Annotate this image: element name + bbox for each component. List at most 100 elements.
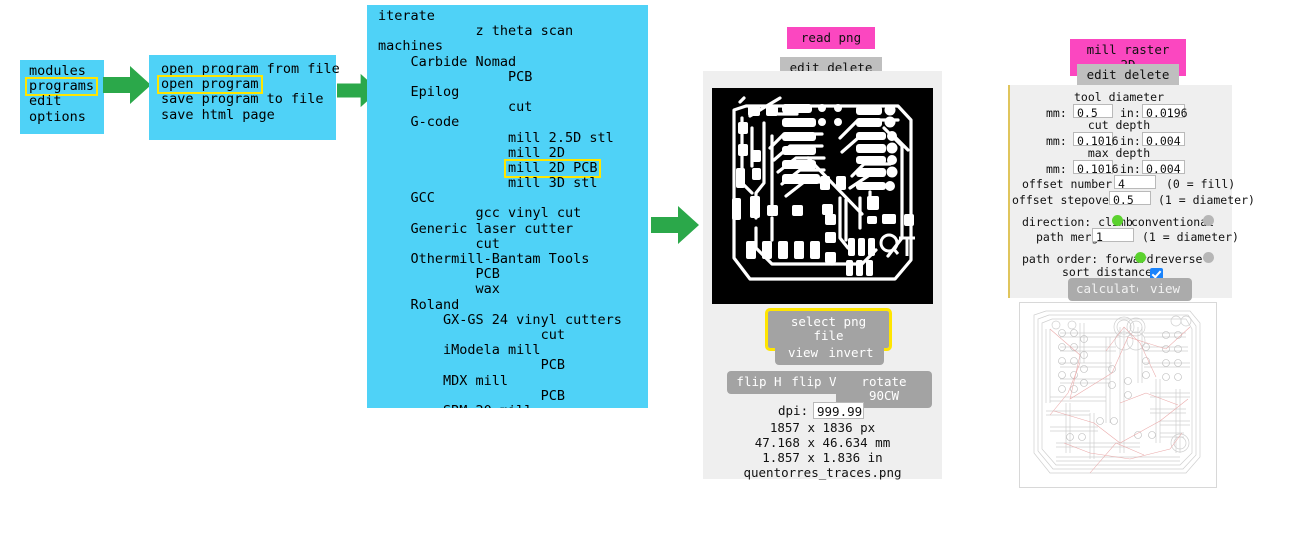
menu-item[interactable]: iModela mill xyxy=(378,342,648,358)
menu-item[interactable]: programs xyxy=(24,77,104,97)
menu-item[interactable]: edit xyxy=(29,94,104,109)
menu-item[interactable]: cut xyxy=(378,236,648,252)
cut-depth-mm-input[interactable]: 0.1016 xyxy=(1073,132,1119,148)
menu-item[interactable]: GCC xyxy=(378,191,648,206)
png-invert-button[interactable]: invert xyxy=(818,342,884,365)
menu-item-label[interactable]: PCB xyxy=(541,358,565,373)
flow-arrow-3 xyxy=(651,206,699,244)
menu-item-label[interactable]: edit xyxy=(29,94,62,109)
menu-item-label[interactable]: open program xyxy=(157,75,263,95)
menu-item[interactable]: mill 3D stl xyxy=(378,175,648,191)
calculate-button[interactable]: calculate xyxy=(1068,278,1148,301)
cut-depth-in-input[interactable]: 0.004 xyxy=(1142,132,1185,148)
menu-item-label[interactable]: open program from file xyxy=(161,61,340,77)
menu-item-label[interactable]: GCC xyxy=(411,191,435,206)
tool-diameter-label: tool diameter xyxy=(1073,90,1164,104)
menu-item-label[interactable]: cut xyxy=(476,236,500,252)
path-order-forward-radio[interactable] xyxy=(1135,252,1146,263)
offset-number-input[interactable]: 4 xyxy=(1114,175,1156,191)
root-menu-panel: modules programs edit options xyxy=(20,60,104,134)
menu-item[interactable]: mill 2D PCB xyxy=(378,158,648,179)
menu-item-label[interactable]: MDX mill xyxy=(443,373,508,389)
path-order-reverse-radio[interactable] xyxy=(1203,252,1214,263)
menu-item-label[interactable]: Carbide Nomad xyxy=(411,54,517,70)
menu-item[interactable]: cut xyxy=(378,99,648,115)
menu-item-label[interactable]: PCB xyxy=(476,266,500,282)
menu-item-label[interactable]: G-code xyxy=(411,115,460,130)
menu-item-label[interactable]: save program to file xyxy=(161,92,324,107)
menu-item-label[interactable]: gcc vinyl cut xyxy=(476,206,582,221)
menu-indent xyxy=(378,114,411,130)
menu-item[interactable]: open program xyxy=(157,75,336,95)
menu-item-label[interactable]: modules xyxy=(29,63,86,79)
offset-stepover-input[interactable]: 0.5 xyxy=(1109,191,1151,207)
menu-item-label[interactable]: Othermill-Bantam Tools xyxy=(411,251,590,267)
max-depth-mm-label: mm: xyxy=(1046,162,1067,176)
menu-item[interactable]: Epilog xyxy=(378,84,648,100)
menu-item-label[interactable]: mill 3D stl xyxy=(508,175,597,191)
menu-item-label[interactable]: machines xyxy=(378,39,443,54)
menu-item-label[interactable]: z theta scan xyxy=(476,23,574,39)
menu-item-label[interactable]: SRM-20 mill xyxy=(443,403,532,408)
menu-item[interactable]: gcc vinyl cut xyxy=(378,206,648,221)
direction-conventional-label[interactable]: conventional xyxy=(1131,215,1214,229)
menu-item[interactable]: G-code xyxy=(378,115,648,130)
menu-item-label[interactable]: mill 2.5D stl xyxy=(508,130,614,146)
menu-item-label[interactable]: GX-GS 24 vinyl cutters xyxy=(443,312,622,328)
menu-item-label[interactable]: cut xyxy=(541,327,565,343)
path-order-reverse-label[interactable]: reverse xyxy=(1154,252,1202,266)
menu-item[interactable]: modules xyxy=(29,63,104,79)
menu-item-label[interactable]: PCB xyxy=(541,388,565,404)
path-merge-input[interactable]: 1 xyxy=(1092,228,1134,244)
menu-item-label[interactable]: mill 2D xyxy=(508,145,565,161)
menu-item[interactable]: mill 2.5D stl xyxy=(378,130,648,146)
menu-item[interactable]: Othermill-Bantam Tools xyxy=(378,251,648,267)
direction-conventional-radio[interactable] xyxy=(1203,215,1214,226)
menu-item[interactable]: mill 2D xyxy=(378,145,648,161)
menu-item[interactable]: open program from file xyxy=(161,61,340,77)
menu-item[interactable]: PCB xyxy=(378,69,648,85)
mill-edit-delete-tab[interactable]: edit delete xyxy=(1077,64,1179,86)
menu-item[interactable]: save html page xyxy=(161,107,336,123)
menu-item-label[interactable]: iterate xyxy=(378,8,435,24)
menu-item-label[interactable]: Generic laser cutter xyxy=(411,221,574,237)
dpi-input[interactable]: 999.99 xyxy=(813,402,864,419)
tool-diameter-mm-input[interactable]: 0.5 xyxy=(1073,104,1113,120)
menu-item-label[interactable]: cut xyxy=(508,99,532,115)
direction-climb-radio[interactable] xyxy=(1112,215,1123,226)
menu-item-label[interactable]: iModela mill xyxy=(443,342,541,358)
sort-distance-label: sort distance: xyxy=(1062,265,1159,279)
menu-item[interactable]: SRM-20 mill xyxy=(378,403,648,408)
menu-item[interactable]: iterate xyxy=(378,8,648,24)
menu-item[interactable]: MDX mill xyxy=(378,373,648,389)
menu-item[interactable]: wax xyxy=(378,282,648,297)
menu-item-label[interactable]: programs xyxy=(24,77,99,97)
menu-item[interactable]: cut xyxy=(378,327,648,343)
menu-indent xyxy=(378,266,476,282)
menu-item-label[interactable]: Roland xyxy=(411,297,460,313)
max-depth-in-input[interactable]: 0.004 xyxy=(1142,160,1185,176)
menu-item-label[interactable]: wax xyxy=(476,282,500,297)
menu-item-label[interactable]: Epilog xyxy=(411,84,460,100)
read-png-tab[interactable]: read png xyxy=(787,27,875,49)
menu-item[interactable]: machines xyxy=(378,39,648,54)
menu-item[interactable]: PCB xyxy=(378,266,648,282)
tool-diameter-in-input[interactable]: 0.0196 xyxy=(1142,104,1188,120)
menu-item-label[interactable]: save html page xyxy=(161,107,275,123)
menu-item[interactable]: z theta scan xyxy=(378,23,648,39)
menu-item[interactable]: options xyxy=(29,109,104,125)
max-depth-mm-input[interactable]: 0.1016 xyxy=(1073,160,1119,176)
menu-item-label[interactable]: PCB xyxy=(508,69,532,85)
menu-item[interactable]: PCB xyxy=(378,358,648,373)
mill-view-button[interactable]: view xyxy=(1138,278,1192,301)
menu-item[interactable]: Roland xyxy=(378,297,648,313)
menu-item[interactable]: GX-GS 24 vinyl cutters xyxy=(378,312,648,328)
menu-indent xyxy=(378,160,508,176)
menu-item-label[interactable]: options xyxy=(29,109,86,125)
menu-item[interactable]: Carbide Nomad xyxy=(378,54,648,70)
flow-arrow-1 xyxy=(103,66,151,104)
menu-item[interactable]: Generic laser cutter xyxy=(378,221,648,237)
menu-item[interactable]: save program to file xyxy=(161,92,336,107)
menu-item-label[interactable]: mill 2D PCB xyxy=(504,158,602,179)
menu-item[interactable]: PCB xyxy=(378,388,648,404)
